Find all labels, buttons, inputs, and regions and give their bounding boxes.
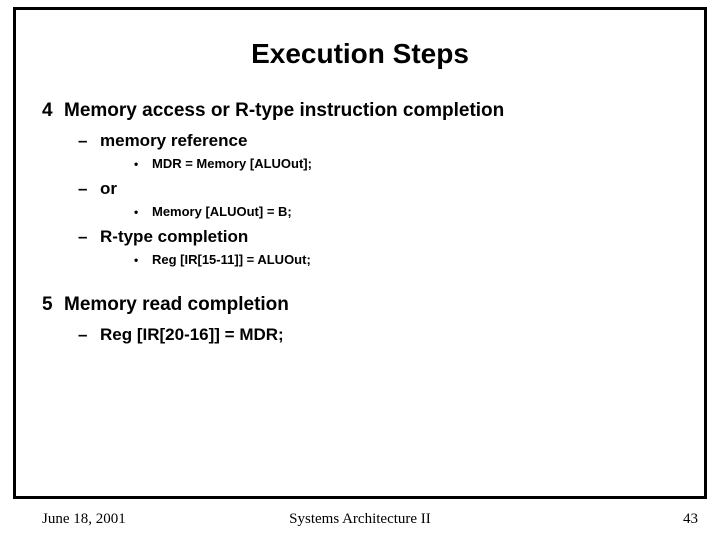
item-text: memory reference xyxy=(100,130,247,153)
item-text: MDR = Memory [ALUOut]; xyxy=(152,155,312,174)
bullet-icon: • xyxy=(134,155,152,174)
item-text: Reg [IR[15-11]] = ALUOut; xyxy=(152,251,311,270)
list-item: – memory reference xyxy=(78,130,684,153)
list-item: 5 Memory read completion xyxy=(42,292,684,318)
slide-footer: June 18, 2001 Systems Architecture II 43 xyxy=(0,508,720,540)
list-item: – Reg [IR[20-16]] = MDR; xyxy=(78,324,684,347)
list-item: – R-type completion xyxy=(78,226,684,249)
spacer xyxy=(42,274,684,292)
slide: Execution Steps 4 Memory access or R-typ… xyxy=(0,0,720,540)
item-number: 5 xyxy=(42,292,64,318)
dash-icon: – xyxy=(78,226,100,249)
slide-title: Execution Steps xyxy=(16,38,704,70)
item-text: Memory access or R-type instruction comp… xyxy=(64,98,504,124)
footer-page-number: 43 xyxy=(683,511,698,528)
list-item: • Reg [IR[15-11]] = ALUOut; xyxy=(134,251,684,270)
footer-center: Systems Architecture II xyxy=(0,511,720,528)
dash-icon: – xyxy=(78,130,100,153)
list-item: 4 Memory access or R-type instruction co… xyxy=(42,98,684,124)
list-item: • MDR = Memory [ALUOut]; xyxy=(134,155,684,174)
item-text: Memory read completion xyxy=(64,292,289,318)
bullet-icon: • xyxy=(134,251,152,270)
item-number: 4 xyxy=(42,98,64,124)
slide-frame: Execution Steps 4 Memory access or R-typ… xyxy=(13,7,707,499)
dash-icon: – xyxy=(78,324,100,347)
list-item: – or xyxy=(78,178,684,201)
slide-content: 4 Memory access or R-type instruction co… xyxy=(16,98,704,347)
item-text: R-type completion xyxy=(100,226,248,249)
item-text: Reg [IR[20-16]] = MDR; xyxy=(100,324,284,347)
list-item: • Memory [ALUOut] = B; xyxy=(134,203,684,222)
item-text: or xyxy=(100,178,117,201)
item-text: Memory [ALUOut] = B; xyxy=(152,203,292,222)
dash-icon: – xyxy=(78,178,100,201)
bullet-icon: • xyxy=(134,203,152,222)
